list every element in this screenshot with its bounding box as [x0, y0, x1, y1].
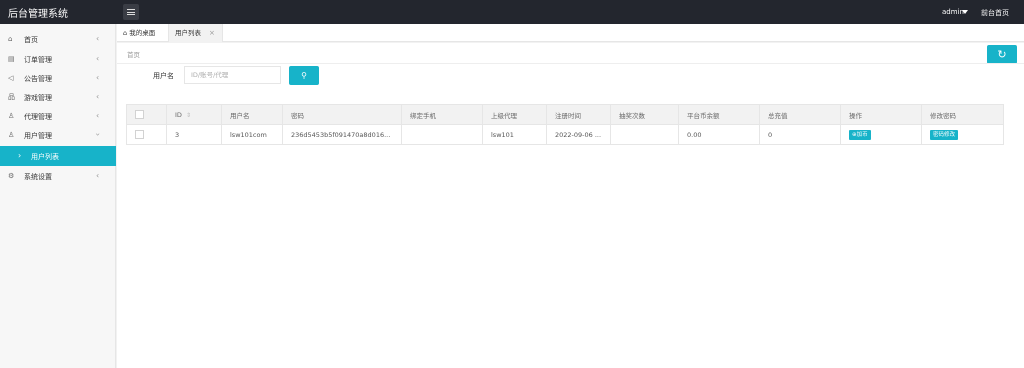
- cell-agent: lsw101: [482, 124, 547, 145]
- speaker-icon: ◁: [8, 74, 14, 82]
- user-table: ID ⇕ 用户名 密码 绑定手机 上级代理 注册时间 抽奖次数 平台币余额 总充值…: [126, 104, 1004, 145]
- front-home-link[interactable]: 前台首页: [981, 8, 1009, 18]
- tab-bar: ⌂ 我的桌面 用户列表 ×: [117, 24, 1024, 42]
- column-header-reg-time: 注册时间: [546, 104, 611, 125]
- cell-lottery: [610, 124, 679, 145]
- cell-action: ⊕加币: [840, 124, 922, 145]
- sidebar-item-agents[interactable]: ♙ 代理管理 ‹: [0, 106, 116, 126]
- user-icon: ♙: [8, 131, 15, 139]
- caret-down-icon[interactable]: [962, 10, 968, 14]
- chevron-right-icon: ›: [18, 151, 22, 160]
- column-header-action: 操作: [840, 104, 922, 125]
- table-row: 3 lsw101com 236d5453b5f091470a8d016... l…: [126, 124, 1004, 145]
- order-icon: ▤: [8, 55, 15, 63]
- cell-balance: 0.00: [678, 124, 760, 145]
- chevron-left-icon: ‹: [96, 73, 100, 82]
- sidebar-item-label: 订单管理: [24, 56, 52, 64]
- table-header-row: ID ⇕ 用户名 密码 绑定手机 上级代理 注册时间 抽奖次数 平台币余额 总充值…: [126, 104, 1004, 125]
- cell-username: lsw101com: [221, 124, 283, 145]
- chevron-down-icon: ‹: [93, 132, 103, 137]
- breadcrumb[interactable]: 首页: [127, 49, 140, 59]
- chevron-left-icon: ‹: [96, 111, 100, 120]
- sort-icon[interactable]: ⇕: [186, 112, 191, 119]
- home-icon: ⌂: [123, 29, 128, 37]
- chevron-left-icon: ‹: [96, 34, 100, 43]
- sidebar-item-users[interactable]: ♙ 用户管理 ‹: [0, 125, 116, 145]
- tab-desktop[interactable]: ⌂ 我的桌面: [117, 24, 169, 42]
- sidebar: ⌂ 首页 ‹ ▤ 订单管理 ‹ ◁ 公告管理 ‹ 品 游戏管理 ‹ ♙ 代理管理…: [0, 24, 116, 368]
- gear-icon: ⚙: [8, 172, 15, 180]
- row-checkbox[interactable]: [126, 124, 167, 145]
- column-header-agent: 上级代理: [482, 104, 547, 125]
- tab-label: 用户列表: [175, 29, 201, 37]
- menu-toggle-button[interactable]: [123, 4, 139, 20]
- cell-password: 236d5453b5f091470a8d016...: [282, 124, 402, 145]
- cell-reg-time: 2022-09-06 ...: [546, 124, 611, 145]
- sidebar-item-label: 代理管理: [24, 113, 52, 121]
- search-button[interactable]: ⚲: [289, 66, 319, 85]
- close-icon[interactable]: ×: [209, 24, 215, 42]
- sidebar-item-games[interactable]: 品 游戏管理 ‹: [0, 87, 116, 107]
- divider: [117, 63, 1024, 64]
- column-header-lottery: 抽奖次数: [610, 104, 679, 125]
- cell-id: 3: [166, 124, 222, 145]
- cell-total-recharge: 0: [759, 124, 841, 145]
- chevron-left-icon: ‹: [96, 54, 100, 63]
- chevron-left-icon: ‹: [96, 171, 100, 180]
- add-coins-button[interactable]: ⊕加币: [849, 129, 871, 140]
- column-header-id[interactable]: ID ⇕: [166, 104, 222, 125]
- column-header-username: 用户名: [221, 104, 283, 125]
- sidebar-item-label: 用户管理: [24, 132, 52, 140]
- sidebar-item-orders[interactable]: ▤ 订单管理 ‹: [0, 49, 116, 69]
- cell-modify-password: 密码修改: [921, 124, 1004, 145]
- main-content: 首页 ↻ 用户名 ⚲ ID⇕ 用户名 密码 绑定手机 上级代理 注册时间 抽奖次: [117, 43, 1024, 368]
- modify-password-button[interactable]: 密码修改: [930, 129, 959, 140]
- sidebar-item-home[interactable]: ⌂ 首页 ‹: [0, 29, 116, 49]
- sidebar-item-settings[interactable]: ⚙ 系统设置 ‹: [0, 166, 116, 186]
- search-icon: ⚲: [301, 71, 307, 80]
- username-filter-label: 用户名: [153, 72, 174, 80]
- user-menu[interactable]: admin: [942, 8, 964, 16]
- user-icon: ♙: [8, 112, 15, 120]
- top-bar: 后台管理系统 admin 前台首页: [0, 0, 1024, 24]
- refresh-icon: ↻: [997, 48, 1007, 61]
- column-header-modify-password: 修改密码: [921, 104, 1004, 125]
- column-header-total-recharge: 总充值: [759, 104, 841, 125]
- sidebar-item-label: 用户列表: [31, 153, 59, 161]
- sidebar-item-label: 游戏管理: [24, 94, 52, 102]
- refresh-button[interactable]: ↻: [987, 45, 1017, 64]
- menu-icon: [127, 9, 135, 10]
- tab-user-list[interactable]: 用户列表 ×: [169, 24, 223, 42]
- select-all-checkbox[interactable]: [126, 104, 167, 125]
- sidebar-item-user-list[interactable]: › 用户列表: [0, 146, 116, 166]
- chevron-left-icon: ‹: [96, 92, 100, 101]
- app-title: 后台管理系统: [8, 9, 68, 20]
- column-header-password: 密码: [282, 104, 402, 125]
- sidebar-item-label: 首页: [24, 36, 38, 44]
- tab-label: 我的桌面: [129, 29, 156, 37]
- column-header-balance: 平台币余额: [678, 104, 760, 125]
- sidebar-item-label: 公告管理: [24, 75, 52, 83]
- cell-phone: [401, 124, 483, 145]
- sidebar-item-announcements[interactable]: ◁ 公告管理 ‹: [0, 68, 116, 88]
- column-header-phone: 绑定手机: [401, 104, 483, 125]
- home-icon: ⌂: [8, 35, 13, 43]
- sitemap-icon: 品: [8, 93, 15, 101]
- search-input[interactable]: [184, 66, 281, 84]
- sidebar-item-label: 系统设置: [24, 173, 52, 181]
